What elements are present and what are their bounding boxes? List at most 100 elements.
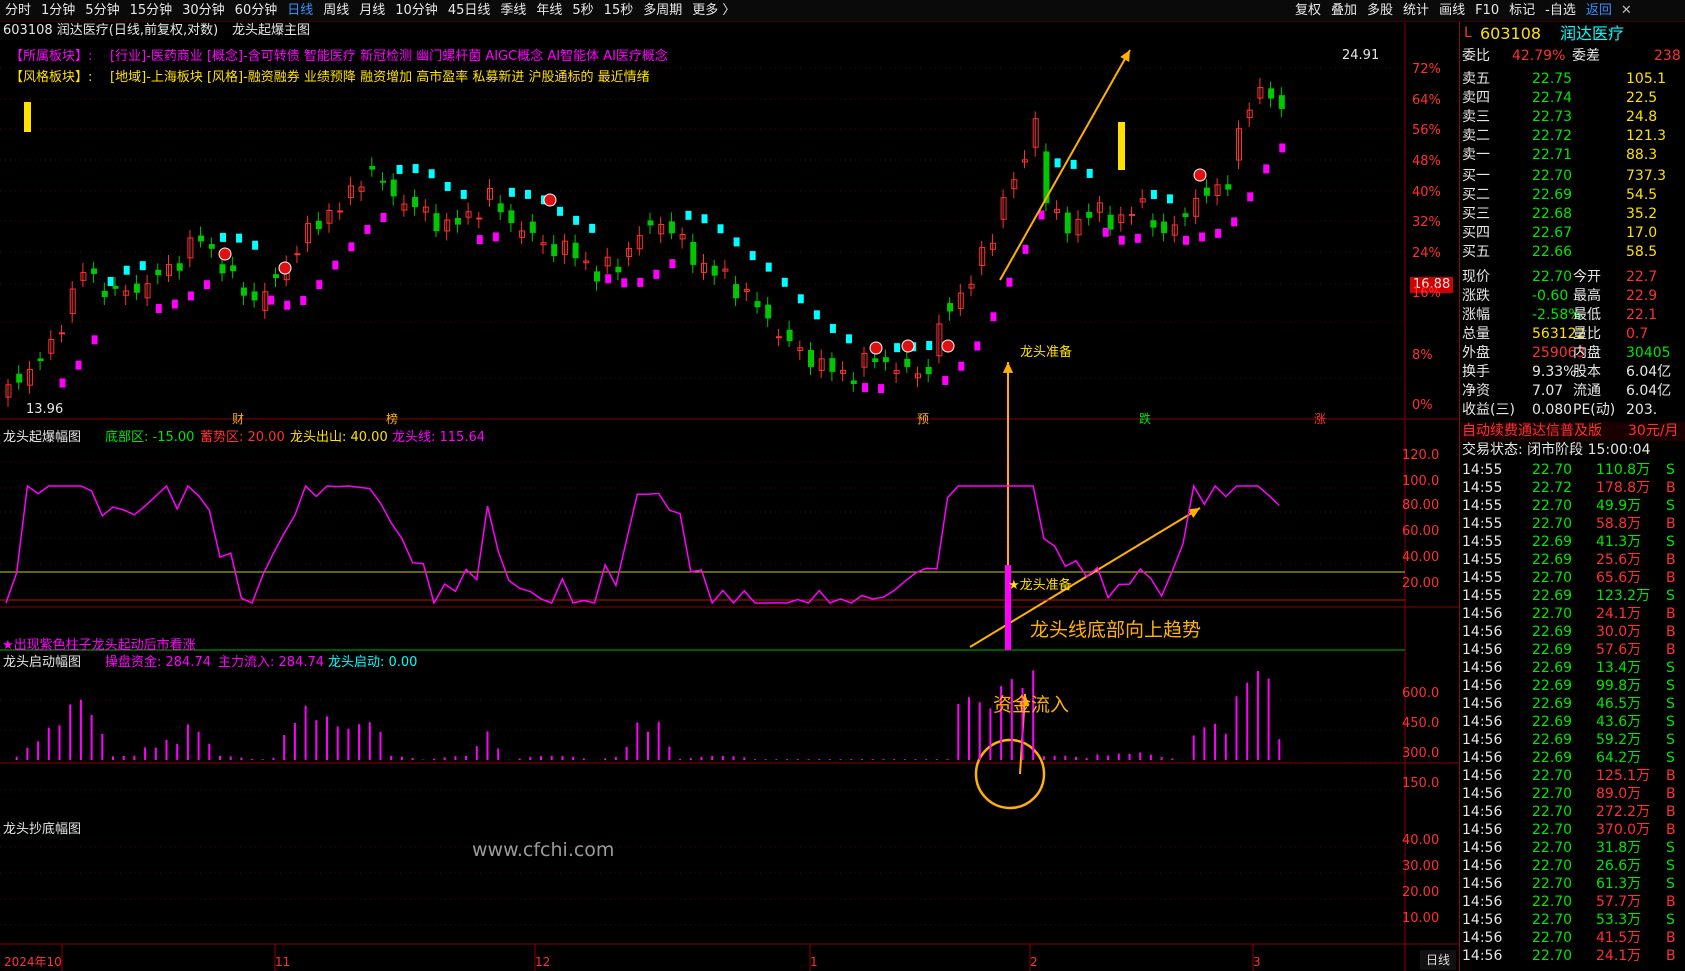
order-book-row: 卖二 22.72 121.3 [1460, 127, 1685, 146]
candle-body [754, 301, 761, 308]
tool-button[interactable]: 返回 [1581, 0, 1617, 22]
event-marker[interactable]: 涨 [1314, 411, 1326, 427]
tick-side: S [1666, 498, 1675, 514]
close-icon[interactable]: ✕ [1617, 0, 1637, 22]
tick-row: 14:56 22.70 61.3万 S [1460, 875, 1685, 893]
stock-code: 603108 [1480, 24, 1542, 43]
candle-body [155, 269, 162, 276]
period-tab[interactable]: 周线 [318, 0, 354, 22]
period-tab[interactable]: 45日线 [443, 0, 496, 22]
tick-price: 22.70 [1532, 930, 1573, 946]
tick-time: 14:56 [1462, 840, 1503, 856]
tick-side: B [1666, 624, 1676, 640]
period-tab[interactable]: 15分钟 [125, 0, 178, 22]
period-button[interactable]: 日线 [1420, 950, 1456, 970]
tick-row: 14:56 22.70 370.0万 B [1460, 821, 1685, 839]
period-tab[interactable]: 年线 [531, 0, 567, 22]
trend-dot [974, 341, 981, 351]
period-tab[interactable]: 15秒 [599, 0, 639, 22]
buy-marker-icon [901, 339, 915, 353]
trend-dot [701, 214, 708, 224]
period-tab[interactable]: 季线 [495, 0, 531, 22]
tick-time: 14:56 [1462, 858, 1503, 874]
tick-row: 14:56 22.70 53.3万 S [1460, 911, 1685, 929]
candle-body [615, 266, 622, 273]
stat-value: 9.33% [1532, 364, 1577, 380]
level-volume: 24.8 [1626, 109, 1658, 125]
candle-body [37, 358, 44, 362]
tool-button[interactable]: -自选 [1540, 0, 1581, 22]
trend-dot [749, 251, 756, 261]
period-tab[interactable]: 日线 [282, 0, 318, 22]
period-tab[interactable]: 10分钟 [390, 0, 443, 22]
level-label: 卖二 [1462, 128, 1490, 144]
candle-body [91, 268, 98, 274]
axis-label: 20.00 [1402, 576, 1440, 591]
tick-price: 22.70 [1532, 606, 1573, 622]
period-tab[interactable]: 1分钟 [36, 0, 80, 22]
event-marker[interactable]: 榜 [386, 411, 398, 427]
stat-value: -0.60 [1532, 288, 1569, 304]
period-tab[interactable]: 5分钟 [80, 0, 124, 22]
stat-label: 现价 [1462, 269, 1490, 285]
period-tab[interactable]: 更多 〉 [687, 0, 740, 22]
stats-row: 涨跌 -0.60 最高 22.9 [1460, 287, 1685, 306]
candle-body [240, 287, 247, 296]
period-tab[interactable]: 60分钟 [230, 0, 283, 22]
tick-time: 14:55 [1462, 552, 1503, 568]
tick-row: 14:55 22.70 58.8万 B [1460, 515, 1685, 533]
event-marker[interactable]: 预 [917, 411, 929, 427]
trend-dot [171, 299, 178, 309]
tool-button[interactable]: 复权 [1290, 0, 1326, 22]
tick-row: 14:56 22.69 99.8万 S [1460, 677, 1685, 695]
tool-button[interactable]: 标记 [1504, 0, 1540, 22]
weicha-value: 238 [1654, 48, 1681, 64]
candle-body [594, 271, 600, 282]
bottom-zone-label: 底部区: -15.00 [105, 430, 195, 445]
event-marker[interactable]: 财 [232, 411, 244, 427]
stat-value: 0.7 [1626, 326, 1649, 342]
event-marker[interactable]: 跌 [1139, 411, 1151, 427]
trend-dot [1166, 194, 1173, 204]
candle-body [647, 220, 654, 226]
axis-label: 24% [1412, 246, 1441, 261]
indicator-name[interactable]: 龙头起爆主图 [232, 23, 310, 39]
trend-dot [733, 237, 740, 247]
candle-body [882, 357, 889, 363]
candle-body [1182, 213, 1189, 217]
tick-side: B [1666, 642, 1676, 658]
ad-banner[interactable]: 自动续费通达信普及版 30元/月 [1460, 422, 1685, 441]
tool-button[interactable]: 画线 [1434, 0, 1470, 22]
chart-area[interactable] [0, 22, 1459, 971]
period-tab[interactable]: 30分钟 [177, 0, 230, 22]
tick-volume: 24.1万 [1596, 948, 1642, 964]
tick-time: 14:56 [1462, 804, 1503, 820]
tick-time: 14:56 [1462, 786, 1503, 802]
tick-side: S [1666, 840, 1675, 856]
trend-dot [380, 212, 387, 222]
candle-body [412, 196, 419, 208]
tool-button[interactable]: 多股 [1362, 0, 1398, 22]
tool-button[interactable]: F10 [1470, 0, 1504, 22]
stat-value: 22.70 [1532, 269, 1573, 285]
tick-price: 22.70 [1532, 570, 1573, 586]
axis-label: 32% [1412, 215, 1441, 230]
tick-volume: 125.1万 [1596, 768, 1651, 784]
period-tab[interactable]: 月线 [354, 0, 390, 22]
order-book-row: 卖五 22.75 105.1 [1460, 70, 1685, 89]
tool-button[interactable]: 统计 [1398, 0, 1434, 22]
trend-dot [669, 259, 676, 269]
candle-body [369, 166, 376, 170]
tick-price: 22.70 [1532, 516, 1573, 532]
tool-button[interactable]: 叠加 [1326, 0, 1362, 22]
stat-label: 内盘 [1573, 345, 1601, 361]
period-tab[interactable]: 多周期 [638, 0, 687, 22]
buy-marker-icon [941, 339, 955, 353]
trend-dot [1006, 277, 1013, 287]
tick-row: 14:56 22.70 24.1万 B [1460, 605, 1685, 623]
candle-body [101, 290, 108, 297]
period-tab[interactable]: 5秒 [567, 0, 598, 22]
period-tab[interactable]: 分时 [0, 0, 36, 22]
trend-dot [268, 295, 275, 305]
trend-dot [1199, 232, 1206, 242]
